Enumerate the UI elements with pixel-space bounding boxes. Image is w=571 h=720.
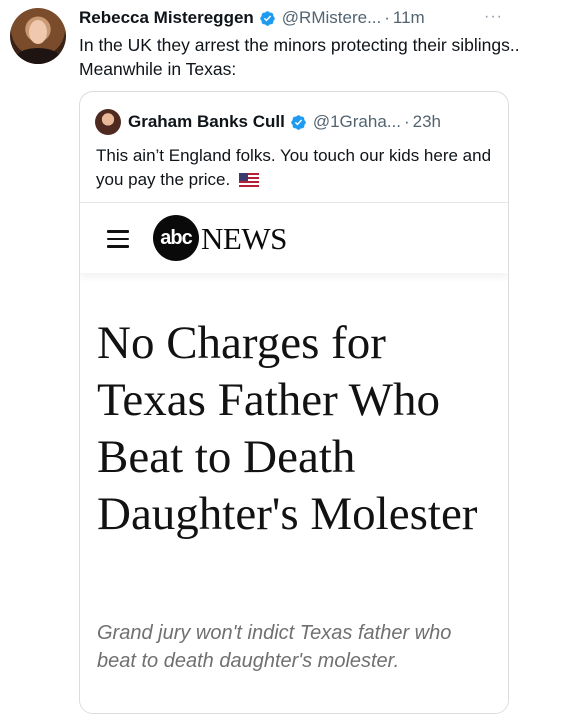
quote-text: This ain’t England folks. You touch our … bbox=[96, 144, 496, 192]
news-wordmark: NEWS bbox=[201, 221, 287, 256]
article-subheadline: Grand jury won't indict Texas father who… bbox=[97, 622, 452, 672]
tweet: Rebecca Mistereggen @RMistere... · 11m ·… bbox=[0, 0, 571, 720]
quote-author-name[interactable]: Graham Banks Cull bbox=[128, 112, 285, 132]
avatar-face bbox=[29, 20, 47, 44]
quote-avatar[interactable] bbox=[95, 109, 121, 135]
abc-logo[interactable]: abc bbox=[153, 215, 199, 261]
verified-badge-icon bbox=[260, 10, 275, 26]
avatar-shoulders bbox=[16, 48, 60, 64]
separator-dot: · bbox=[384, 8, 390, 27]
quote-time[interactable]: 23h bbox=[413, 112, 441, 132]
article-headline: No Charges for Texas Father Who Beat to … bbox=[97, 317, 478, 540]
abc-news-header: abc NEWS bbox=[80, 203, 508, 273]
author-name[interactable]: Rebecca Mistereggen bbox=[79, 8, 254, 28]
quote-text-body: This ain’t England folks. You touch our … bbox=[96, 146, 492, 189]
hamburger-menu-icon[interactable] bbox=[107, 230, 129, 248]
author-handle[interactable]: @RMistere... bbox=[282, 8, 381, 28]
tweet-text: In the UK they arrest the minors protect… bbox=[79, 35, 520, 79]
article-card[interactable]: abc NEWS No Charges for Texas Father Who… bbox=[80, 202, 508, 713]
quote-author-handle[interactable]: @1Graha... bbox=[313, 112, 401, 132]
avatar[interactable] bbox=[10, 8, 66, 64]
us-flag-icon bbox=[238, 173, 259, 187]
tweet-time[interactable]: 11m bbox=[393, 8, 425, 28]
quoted-tweet[interactable]: Graham Banks Cull @1Graha... · 23h This … bbox=[79, 91, 509, 714]
separator-dot: · bbox=[403, 112, 410, 131]
verified-badge-icon bbox=[291, 114, 306, 130]
quote-header: Graham Banks Cull @1Graha... · 23h bbox=[128, 110, 441, 134]
more-options-icon[interactable]: ··· bbox=[484, 8, 503, 26]
